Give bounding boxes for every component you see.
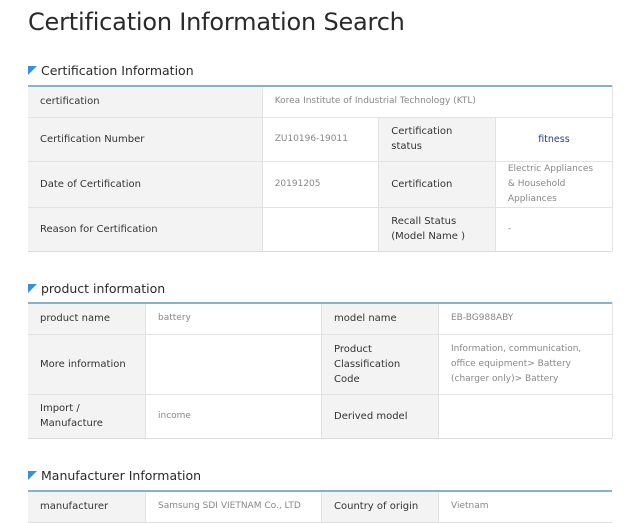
manufacturer-section-heading: Manufacturer Information: [28, 468, 201, 483]
product-classification-code-value: Information, communication, office equip…: [438, 334, 612, 395]
product-name-value: battery: [145, 303, 322, 335]
table-row: Import / Manufacture income Derived mode…: [28, 394, 612, 439]
table-row: Date of Certification 20191205 Certifica…: [28, 161, 612, 208]
more-information-value: [145, 334, 322, 395]
section-marker-icon: [28, 471, 37, 480]
derived-model-value: [438, 394, 612, 439]
product-name-label: product name: [28, 303, 146, 335]
certification-label: certification: [28, 86, 263, 118]
table-row: Certification Number ZU10196-19011 Certi…: [28, 117, 612, 162]
date-of-certification-value: 20191205: [261, 161, 379, 208]
recall-status-label: Recall Status (Model Name ): [378, 207, 496, 252]
model-name-label: model name: [321, 303, 439, 335]
table-row: product name battery model name EB-BG988…: [28, 303, 612, 335]
table-row: More information Product Classification …: [28, 334, 612, 395]
recall-status-value: -: [494, 207, 612, 252]
derived-model-label: Derived model: [321, 394, 439, 439]
table-right-border: [612, 85, 613, 251]
manufacturer-section-title: Manufacturer Information: [41, 468, 202, 483]
certification-table: certification Korea Institute of Industr…: [28, 85, 612, 252]
reason-for-certification-label: Reason for Certification: [28, 207, 263, 252]
table-row: Reason for Certification Recall Status (…: [28, 207, 612, 252]
certification-status-value: fitness: [494, 117, 612, 162]
manufacturer-table: manufacturer Samsung SDI VIETNAM Co., LT…: [28, 490, 612, 523]
model-name-value: EB-BG988ABY: [438, 303, 612, 335]
table-row: manufacturer Samsung SDI VIETNAM Co., LT…: [28, 491, 612, 523]
certification-value: Korea Institute of Industrial Technology…: [261, 86, 612, 118]
certification-number-label: Certification Number: [28, 117, 263, 162]
manufacturer-label: manufacturer: [28, 491, 146, 523]
import-manufacture-label: Import / Manufacture: [28, 394, 146, 439]
page-title: Certification Information Search: [28, 8, 405, 36]
certification-type-label: Certification: [378, 161, 496, 208]
certification-status-label: Certification status: [378, 117, 496, 162]
product-section-heading: product information: [28, 281, 165, 296]
manufacturer-value: Samsung SDI VIETNAM Co., LTD: [145, 491, 322, 523]
product-table: product name battery model name EB-BG988…: [28, 302, 612, 439]
product-classification-code-label: Product Classification Code: [321, 334, 439, 395]
country-of-origin-label: Country of origin: [321, 491, 439, 523]
more-information-label: More information: [28, 334, 146, 395]
country-of-origin-value: Vietnam: [438, 491, 612, 523]
section-marker-icon: [28, 284, 37, 293]
table-row: certification Korea Institute of Industr…: [28, 86, 612, 118]
section-marker-icon: [28, 66, 37, 75]
reason-for-certification-value: [261, 207, 379, 252]
product-section-title: product information: [41, 281, 166, 296]
certification-section-title: Certification Information: [41, 63, 194, 78]
date-of-certification-label: Date of Certification: [28, 161, 263, 208]
certification-number-value: ZU10196-19011: [261, 117, 379, 162]
import-manufacture-value: income: [145, 394, 322, 439]
table-right-border: [612, 302, 613, 438]
certification-section-heading: Certification Information: [28, 63, 194, 78]
certification-type-value: Electric Appliances & Household Applianc…: [494, 161, 612, 208]
